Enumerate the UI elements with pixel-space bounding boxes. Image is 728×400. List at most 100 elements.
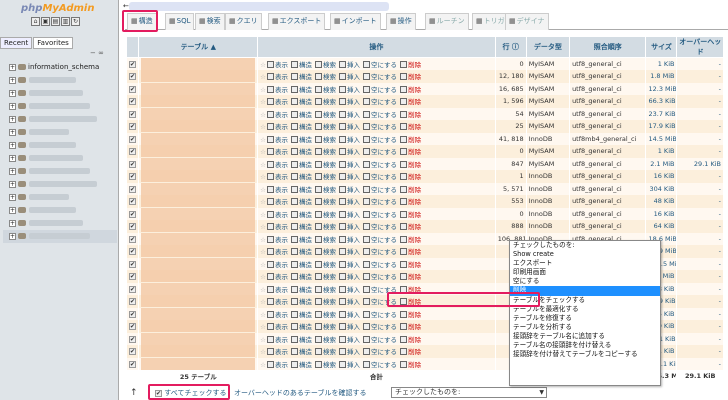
structure-action[interactable]: 構造 (290, 273, 312, 281)
row-checkbox[interactable]: ✔ (128, 185, 136, 193)
menu-option[interactable]: 空にする (510, 277, 660, 286)
expand-icon[interactable]: + (9, 141, 16, 149)
empty-action[interactable]: 空にする (362, 85, 397, 94)
header-collation[interactable]: 照合順序 (569, 36, 647, 58)
expand-icon[interactable]: + (9, 89, 16, 97)
search-action[interactable]: 検索 (314, 335, 336, 344)
empty-action[interactable]: 空にする (362, 223, 397, 231)
expand-icon[interactable]: + (9, 167, 16, 175)
search-action[interactable]: 検索 (314, 260, 336, 269)
search-action[interactable]: 検索 (314, 248, 336, 256)
expand-icon[interactable]: + (9, 206, 16, 214)
insert-action[interactable]: 挿入 (338, 260, 360, 269)
structure-action[interactable]: 構造 (290, 135, 312, 144)
tree-item[interactable]: + (3, 100, 117, 113)
header-overhead[interactable]: オーバーヘッド (676, 36, 724, 58)
insert-action[interactable]: 挿入 (338, 210, 360, 219)
overhead[interactable]: - (676, 257, 724, 270)
browse-action[interactable]: 表示 (266, 135, 288, 144)
tree-item[interactable]: + (3, 126, 117, 139)
table-size[interactable]: 17.9 KiB (645, 120, 678, 133)
drop-action[interactable]: 削除 (400, 348, 421, 356)
home-icon[interactable]: ⌂ (31, 17, 40, 26)
table-name-blurred[interactable] (141, 295, 256, 308)
table-name-cell[interactable] (138, 295, 259, 308)
table-size[interactable]: 16 KiB (645, 170, 678, 183)
table-name-cell[interactable] (138, 57, 259, 70)
table-name-cell[interactable] (138, 157, 259, 170)
insert-action[interactable]: 挿入 (338, 235, 360, 244)
search-action[interactable]: 検索 (314, 160, 336, 169)
tree-item-label-blurred[interactable] (29, 233, 90, 239)
table-name-blurred[interactable] (141, 207, 256, 220)
structure-action[interactable]: 構造 (290, 335, 312, 344)
favorite-star-icon[interactable]: ☆ (260, 123, 266, 131)
favorite-star-icon[interactable]: ☆ (260, 223, 266, 231)
browse-action[interactable]: 表示 (266, 360, 288, 369)
tree-item[interactable]: + (3, 139, 117, 152)
row-checkbox[interactable]: ✔ (128, 210, 136, 218)
tab-export[interactable]: ▦エクスポート (268, 13, 326, 30)
search-action[interactable]: 検索 (314, 198, 336, 206)
row-checkbox[interactable]: ✔ (128, 310, 136, 318)
insert-action[interactable]: 挿入 (338, 285, 360, 294)
overhead[interactable]: - (676, 282, 724, 295)
table-name-blurred[interactable] (141, 170, 256, 183)
favorite-star-icon[interactable]: ☆ (260, 186, 266, 194)
insert-action[interactable]: 挿入 (338, 335, 360, 344)
browse-action[interactable]: 表示 (266, 348, 288, 356)
browse-action[interactable]: 表示 (266, 123, 288, 131)
insert-action[interactable]: 挿入 (338, 273, 360, 281)
browse-action[interactable]: 表示 (266, 110, 288, 119)
overhead[interactable]: - (676, 145, 724, 158)
table-name-cell[interactable] (138, 357, 259, 370)
favorite-star-icon[interactable]: ☆ (260, 261, 266, 269)
favorite-star-icon[interactable]: ☆ (260, 286, 266, 294)
tab-triggers[interactable]: ▦トリガ (472, 13, 509, 30)
table-name-blurred[interactable] (141, 95, 256, 108)
empty-action[interactable]: 空にする (362, 123, 397, 131)
empty-action[interactable]: 空にする (362, 160, 397, 169)
check-overhead-link[interactable]: オーバーヘッドのあるテーブルを確認する (234, 388, 367, 398)
browse-action[interactable]: 表示 (266, 285, 288, 294)
favorite-star-icon[interactable]: ☆ (260, 73, 266, 81)
table-name-cell[interactable] (138, 120, 259, 133)
drop-action[interactable]: 削除 (400, 323, 421, 331)
table-name-blurred[interactable] (141, 257, 256, 270)
expand-icon[interactable]: + (9, 219, 16, 227)
drop-action[interactable]: 削除 (400, 85, 421, 94)
insert-action[interactable]: 挿入 (338, 123, 360, 131)
overhead[interactable]: - (676, 195, 724, 208)
table-name-cell[interactable] (138, 207, 259, 220)
empty-action[interactable]: 空にする (362, 61, 397, 69)
expand-icon[interactable]: + (9, 232, 16, 240)
table-name-blurred[interactable] (141, 120, 256, 133)
browse-action[interactable]: 表示 (266, 73, 288, 81)
table-name-cell[interactable] (138, 307, 259, 320)
table-name-blurred[interactable] (141, 145, 256, 158)
drop-action[interactable]: 削除 (400, 185, 421, 194)
empty-action[interactable]: 空にする (362, 110, 397, 119)
expand-icon[interactable]: + (9, 154, 16, 162)
table-size[interactable]: 2.1 MiB (645, 157, 678, 170)
tree-item[interactable]: + (3, 217, 117, 230)
table-name-blurred[interactable] (141, 270, 256, 283)
expand-icon[interactable]: + (9, 193, 16, 201)
drop-action[interactable]: 削除 (400, 160, 421, 169)
tree-item[interactable]: + (3, 178, 117, 191)
table-name-blurred[interactable] (141, 70, 256, 83)
structure-action[interactable]: 構造 (290, 223, 312, 231)
table-name-blurred[interactable] (141, 107, 256, 120)
favorite-star-icon[interactable]: ☆ (260, 173, 266, 181)
menu-option[interactable]: 印刷用画面 (510, 268, 660, 277)
back-arrow-icon[interactable]: ← (123, 2, 129, 10)
browse-action[interactable]: 表示 (266, 298, 288, 306)
insert-action[interactable]: 挿入 (338, 360, 360, 369)
table-name-cell[interactable] (138, 70, 259, 83)
tree-item[interactable]: + (3, 152, 117, 165)
search-action[interactable]: 検索 (314, 298, 336, 306)
table-name-blurred[interactable] (141, 182, 256, 195)
tree-item-label-blurred[interactable] (29, 168, 90, 174)
overhead[interactable]: - (676, 307, 724, 320)
tab-operations[interactable]: ▦操作 (386, 13, 416, 30)
